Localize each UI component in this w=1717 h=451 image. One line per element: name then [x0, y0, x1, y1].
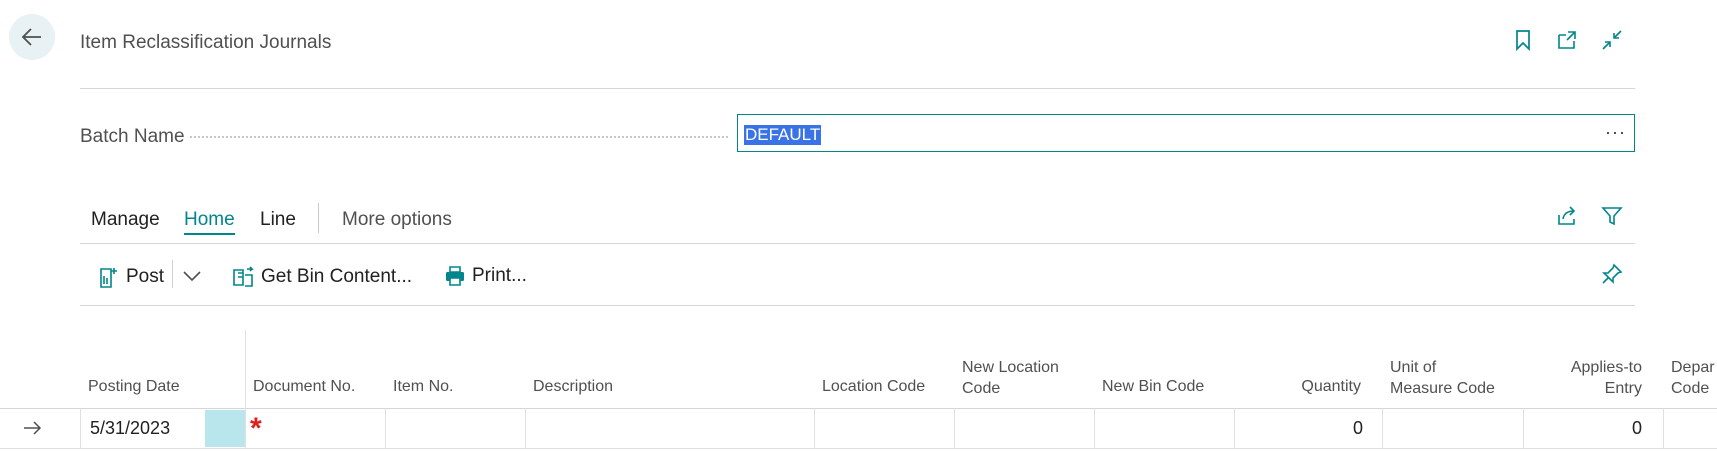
col-item-no[interactable]: Item No. — [393, 376, 453, 397]
cell-quantity[interactable]: 0 — [1240, 418, 1363, 439]
filter-icon[interactable] — [1600, 204, 1624, 228]
cell-divider — [1234, 408, 1235, 449]
cell-divider — [1523, 408, 1524, 449]
tab-home[interactable]: Home — [184, 209, 235, 235]
col-new-location-code[interactable]: New Location Code — [962, 357, 1059, 399]
header-divider — [80, 88, 1635, 89]
row-top-border — [0, 408, 1717, 409]
col-document-no[interactable]: Document No. — [253, 376, 355, 397]
back-button[interactable] — [9, 14, 55, 60]
print-button[interactable]: Print... — [444, 265, 527, 287]
tab-separator — [318, 203, 319, 233]
batch-name-field[interactable] — [737, 114, 1635, 152]
share-icon[interactable] — [1555, 204, 1579, 228]
cell-divider — [1382, 408, 1383, 449]
cell-divider — [1094, 408, 1095, 449]
get-bin-content-label: Get Bin Content... — [261, 266, 413, 287]
pin-icon[interactable] — [1600, 262, 1624, 286]
batch-name-value[interactable]: DEFAULT — [744, 125, 822, 145]
col-new-location-code-line2: Code — [962, 380, 1001, 397]
col-department-code[interactable]: Depar Code — [1671, 357, 1717, 399]
batch-name-label: Batch Name — [80, 126, 185, 147]
col-uom-line1: Unit of — [1390, 359, 1437, 376]
action-bar-divider — [80, 243, 1635, 244]
tab-more-options[interactable]: More options — [342, 209, 452, 231]
col-dept-line1: Depar — [1671, 359, 1715, 376]
col-new-bin-code[interactable]: New Bin Code — [1102, 376, 1204, 397]
tab-manage[interactable]: Manage — [91, 209, 160, 231]
get-bin-content-icon — [233, 266, 254, 287]
get-bin-content-button[interactable]: Get Bin Content... — [231, 265, 412, 289]
cell-posting-date[interactable]: 5/31/2023 — [90, 418, 170, 439]
print-icon — [446, 266, 464, 286]
post-button[interactable]: Post — [98, 265, 164, 289]
col-posting-date[interactable]: Posting Date — [88, 376, 180, 397]
col-description[interactable]: Description — [533, 376, 613, 397]
open-new-window-icon[interactable] — [1555, 28, 1579, 52]
commands-divider — [80, 305, 1635, 306]
cell-selected-indicator[interactable] — [205, 410, 245, 447]
batch-lookup-button[interactable]: ··· — [1605, 122, 1626, 143]
row-current-arrow-icon — [20, 416, 44, 440]
col-applies-line2: Entry — [1604, 380, 1642, 397]
bookmark-icon[interactable] — [1511, 28, 1535, 52]
cell-divider — [80, 408, 81, 449]
col-location-code[interactable]: Location Code — [822, 376, 925, 397]
cell-divider — [814, 408, 815, 449]
back-arrow-icon — [21, 28, 41, 46]
col-dept-line2: Code — [1671, 380, 1710, 397]
col-applies-line1: Applies-to — [1570, 359, 1642, 376]
collapse-icon[interactable] — [1600, 28, 1624, 52]
cell-divider — [385, 408, 386, 449]
cell-divider — [1663, 408, 1664, 449]
post-separator — [172, 260, 173, 288]
label-leader-dots — [190, 136, 728, 138]
col-new-location-code-line1: New Location — [962, 359, 1059, 376]
col-applies-to-entry[interactable]: Applies-to Entry — [1530, 357, 1642, 399]
col-quantity[interactable]: Quantity — [1240, 376, 1361, 397]
row-bottom-border — [0, 448, 1717, 449]
print-label: Print... — [472, 265, 527, 286]
cell-divider — [525, 408, 526, 449]
tab-line[interactable]: Line — [260, 209, 296, 231]
post-label: Post — [126, 266, 165, 287]
frozen-column-divider — [245, 330, 246, 410]
cell-applies-to-entry[interactable]: 0 — [1530, 418, 1642, 439]
col-uom-line2: Measure Code — [1390, 380, 1495, 397]
col-unit-of-measure-code[interactable]: Unit of Measure Code — [1390, 357, 1495, 399]
required-field-marker: * — [250, 412, 262, 445]
post-dropdown-chevron-icon[interactable] — [180, 264, 204, 288]
cell-divider — [954, 408, 955, 449]
cell-divider — [245, 408, 246, 449]
post-icon — [100, 268, 117, 288]
page-title: Item Reclassification Journals — [80, 32, 332, 53]
